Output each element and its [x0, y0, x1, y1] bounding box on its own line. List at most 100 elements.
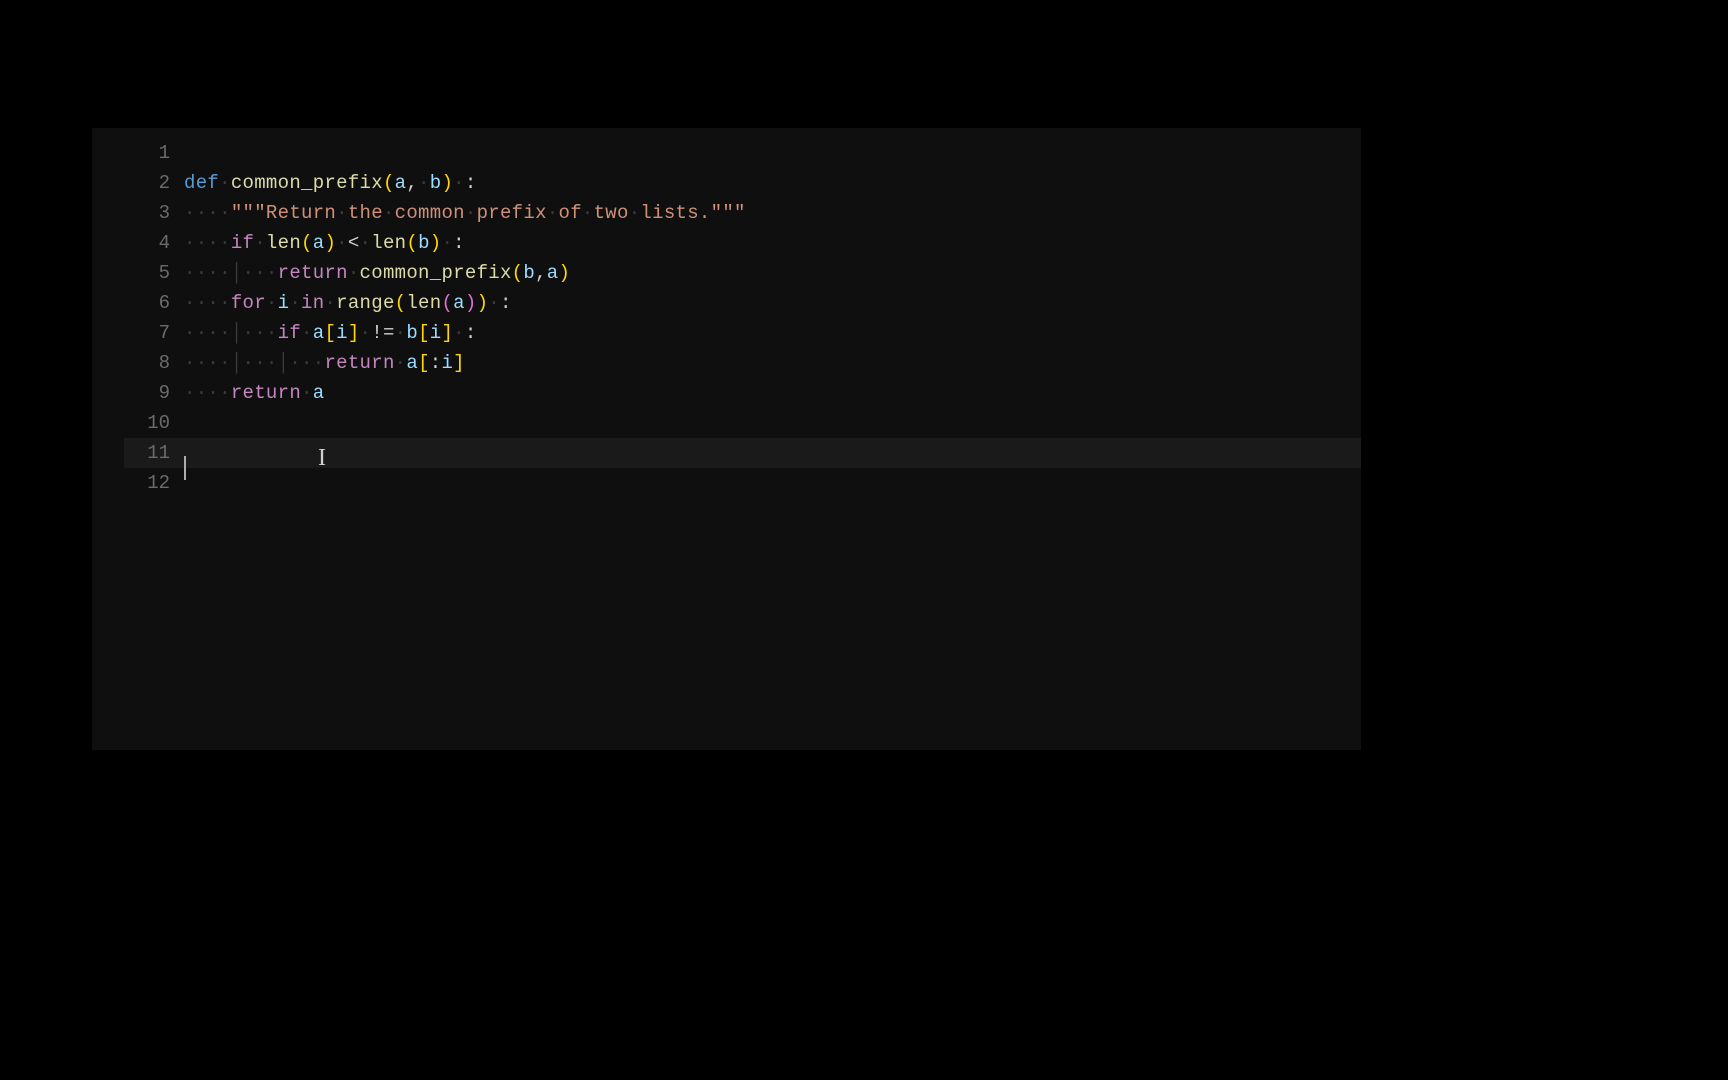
- token-ws-dot: ·: [266, 322, 278, 344]
- token-ws-dot: ·: [254, 322, 266, 344]
- code-content[interactable]: def·common_prefix(a,·b)·:: [184, 172, 477, 194]
- token-ws-dot: ·: [207, 382, 219, 404]
- token-ws-dot: ·: [360, 322, 372, 344]
- token-ws-dot: ·: [243, 322, 255, 344]
- line-number: 3: [124, 202, 184, 224]
- token-ws-dot: ·: [184, 202, 196, 224]
- token-var: a: [547, 262, 559, 284]
- token-var: a: [395, 172, 407, 194]
- token-ws-dot: ·: [219, 352, 231, 374]
- line-number: 12: [124, 472, 184, 494]
- token-str: """Return: [231, 202, 336, 224]
- code-content[interactable]: ····return·a: [184, 382, 324, 404]
- token-fn: common_prefix: [360, 262, 512, 284]
- token-indent-guide: │: [231, 322, 243, 344]
- code-line[interactable]: 5····│···return·common_prefix(b,a): [124, 258, 1361, 288]
- token-def-kw: def: [184, 172, 219, 194]
- token-ws-dot: ·: [289, 352, 301, 374]
- token-ws-dot: ·: [196, 382, 208, 404]
- line-number: 1: [124, 142, 184, 164]
- token-ws-dot: ·: [219, 382, 231, 404]
- code-line[interactable]: 4····if·len(a)·<·len(b)·:: [124, 228, 1361, 258]
- code-line[interactable]: 8····│···│···return·a[:i]: [124, 348, 1361, 378]
- token-op: :: [465, 172, 477, 194]
- token-bracket-y: (: [406, 232, 418, 254]
- token-kw: return: [231, 382, 301, 404]
- token-var: i: [441, 352, 453, 374]
- token-op: ,: [535, 262, 547, 284]
- token-ws-dot: ·: [441, 232, 453, 254]
- token-ws-dot: ·: [184, 322, 196, 344]
- token-ws-dot: ·: [184, 352, 196, 374]
- token-op: :: [500, 292, 512, 314]
- code-line[interactable]: 10: [124, 408, 1361, 438]
- token-ws-dot: ·: [395, 322, 407, 344]
- token-ws-dot: ·: [243, 262, 255, 284]
- token-ws-dot: ·: [207, 292, 219, 314]
- code-line[interactable]: 9····return·a: [124, 378, 1361, 408]
- token-kw: return: [278, 262, 348, 284]
- code-line[interactable]: 2def·common_prefix(a,·b)·:: [124, 168, 1361, 198]
- token-fn: common_prefix: [231, 172, 383, 194]
- token-bracket-y: (: [383, 172, 395, 194]
- code-content[interactable]: ····│···return·common_prefix(b,a): [184, 262, 570, 284]
- token-ws-dot: ·: [196, 322, 208, 344]
- code-content[interactable]: ····│···if·a[i]·!=·b[i]·:: [184, 322, 477, 344]
- code-line[interactable]: 3····"""Return·the·common·prefix·of·two·…: [124, 198, 1361, 228]
- token-op: :: [430, 352, 442, 374]
- token-var: b: [406, 322, 418, 344]
- token-ws-dot: ·: [301, 382, 313, 404]
- lines-wrapper: 12def·common_prefix(a,·b)·:3····"""Retur…: [92, 128, 1361, 498]
- code-line[interactable]: 11: [124, 438, 1361, 468]
- token-ws-dot: ·: [207, 322, 219, 344]
- token-ws-dot: ·: [629, 202, 641, 224]
- token-bracket-y: (: [512, 262, 524, 284]
- code-line[interactable]: 7····│···if·a[i]·!=·b[i]·:: [124, 318, 1361, 348]
- token-ws-dot: ·: [547, 202, 559, 224]
- token-ws-dot: ·: [254, 232, 266, 254]
- token-bracket-y: ]: [453, 352, 465, 374]
- code-content[interactable]: ····for·i·in·range(len(a))·:: [184, 292, 512, 314]
- code-editor[interactable]: 12def·common_prefix(a,·b)·:3····"""Retur…: [92, 128, 1361, 750]
- token-ws-dot: ·: [184, 262, 196, 284]
- code-line[interactable]: 6····for·i·in·range(len(a))·:: [124, 288, 1361, 318]
- code-content[interactable]: ····"""Return·the·common·prefix·of·two·l…: [184, 202, 746, 224]
- token-kw: for: [231, 292, 266, 314]
- token-bracket-y: ]: [441, 322, 453, 344]
- token-ws-dot: ·: [395, 352, 407, 374]
- token-kw: if: [278, 322, 301, 344]
- token-ws-dot: ·: [324, 292, 336, 314]
- line-number: 10: [124, 412, 184, 434]
- token-var: b: [418, 232, 430, 254]
- token-var: a: [313, 382, 325, 404]
- token-ws-dot: ·: [243, 352, 255, 374]
- token-ws-dot: ·: [184, 382, 196, 404]
- token-ws-dot: ·: [453, 322, 465, 344]
- token-ws-dot: ·: [254, 352, 266, 374]
- line-number: 6: [124, 292, 184, 314]
- code-line[interactable]: 1: [124, 138, 1361, 168]
- token-op: <: [348, 232, 360, 254]
- line-number: 11: [124, 442, 184, 464]
- token-ws-dot: ·: [219, 292, 231, 314]
- token-bracket-y: [: [418, 322, 430, 344]
- token-str: prefix: [477, 202, 547, 224]
- token-ws-dot: ·: [184, 292, 196, 314]
- token-bracket-p: (: [441, 292, 453, 314]
- token-ws-dot: ·: [207, 202, 219, 224]
- token-ws-dot: ·: [207, 262, 219, 284]
- token-builtin: len: [406, 292, 441, 314]
- token-var: i: [430, 322, 442, 344]
- code-content[interactable]: ····│···│···return·a[:i]: [184, 352, 465, 374]
- token-ws-dot: ·: [383, 202, 395, 224]
- line-number: 5: [124, 262, 184, 284]
- token-bracket-y: [: [324, 322, 336, 344]
- token-indent-guide: │: [231, 352, 243, 374]
- token-var: b: [523, 262, 535, 284]
- token-ws-dot: ·: [289, 292, 301, 314]
- line-number: 7: [124, 322, 184, 344]
- code-content[interactable]: ····if·len(a)·<·len(b)·:: [184, 232, 465, 254]
- token-ws-dot: ·: [219, 322, 231, 344]
- token-var: i: [278, 292, 290, 314]
- code-line[interactable]: 12: [124, 468, 1361, 498]
